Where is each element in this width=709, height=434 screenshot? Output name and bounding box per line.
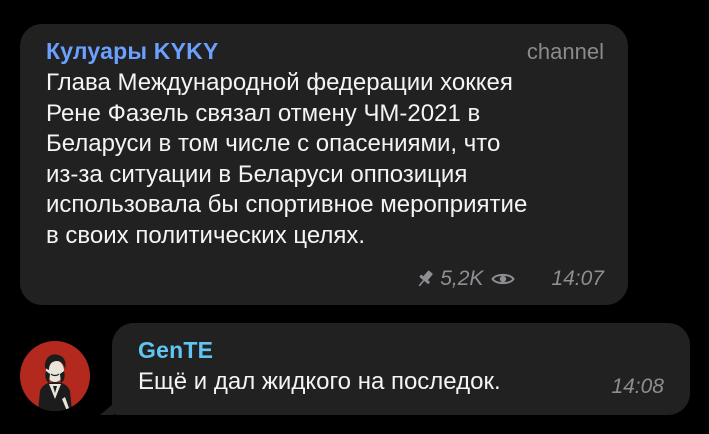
channel-message-bubble[interactable]: Кулуары KYKY channel Глава Международной… [20,24,628,305]
reply-time: 14:08 [611,375,664,398]
reply-message-bubble[interactable]: GenTE Ещё и дал жидкого на последок. 14:… [112,323,690,415]
portrait-icon [38,354,72,411]
pin-icon [416,269,434,289]
message-text: Глава Международной федерации хоккея Рен… [46,69,528,249]
message-time: 14:07 [551,267,604,290]
channel-name[interactable]: Кулуары KYKY [46,38,219,65]
user-name[interactable]: GenTE [138,337,213,364]
message-meta: 5,2K 14:07 [416,267,604,291]
eye-icon [491,271,516,287]
message-header: Кулуары KYKY channel [46,38,604,66]
user-avatar[interactable] [20,341,90,411]
channel-tag: channel [526,39,604,64]
chat-view: Кулуары KYKY channel Глава Международной… [0,0,709,434]
view-count: 5,2K [440,267,484,290]
reply-header: GenTE [138,337,666,365]
reply-meta: 14:08 [581,375,664,399]
